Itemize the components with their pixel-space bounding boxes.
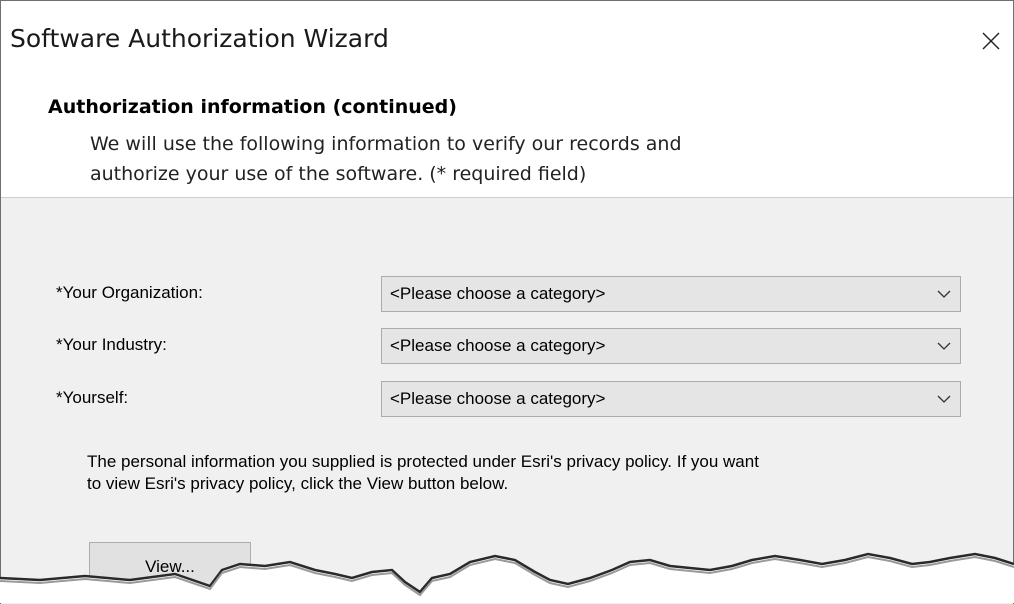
industry-row: *Your Industry: <Please choose a categor… (1, 328, 1013, 364)
privacy-line-1: The personal information you supplied is… (87, 452, 759, 471)
organization-select-value: <Please choose a category> (390, 284, 606, 303)
description-line-1: We will use the following information to… (90, 133, 682, 155)
industry-select-value: <Please choose a category> (390, 336, 606, 355)
organization-select[interactable]: <Please choose a category> (381, 276, 961, 312)
privacy-line-2: to view Esri's privacy policy, click the… (87, 474, 509, 493)
chevron-down-icon (937, 395, 951, 403)
description-line-2: authorize your use of the software. (* r… (90, 163, 587, 185)
industry-select[interactable]: <Please choose a category> (381, 328, 961, 364)
title-bar: Software Authorization Wizard (1, 1, 1013, 79)
yourself-label: *Yourself: (56, 388, 129, 407)
industry-label: *Your Industry: (56, 335, 167, 354)
chevron-down-icon (937, 342, 951, 350)
organization-row: *Your Organization: <Please choose a cat… (1, 276, 1013, 312)
yourself-select[interactable]: <Please choose a category> (381, 381, 961, 417)
window-title: Software Authorization Wizard (10, 24, 389, 53)
wizard-header: Authorization information (continued) We… (1, 79, 1013, 197)
chevron-down-icon (937, 290, 951, 298)
organization-label: *Your Organization: (56, 283, 203, 302)
yourself-row: *Yourself: <Please choose a category> (1, 381, 1013, 417)
wizard-window: Software Authorization Wizard Authorizat… (0, 0, 1014, 604)
torn-edge (0, 552, 1014, 603)
close-icon (982, 32, 1000, 50)
privacy-notice: The personal information you supplied is… (87, 451, 947, 495)
yourself-select-value: <Please choose a category> (390, 389, 606, 408)
page-description: We will use the following information to… (90, 129, 970, 189)
page-heading: Authorization information (continued) (48, 96, 457, 118)
close-button[interactable] (971, 21, 1011, 61)
